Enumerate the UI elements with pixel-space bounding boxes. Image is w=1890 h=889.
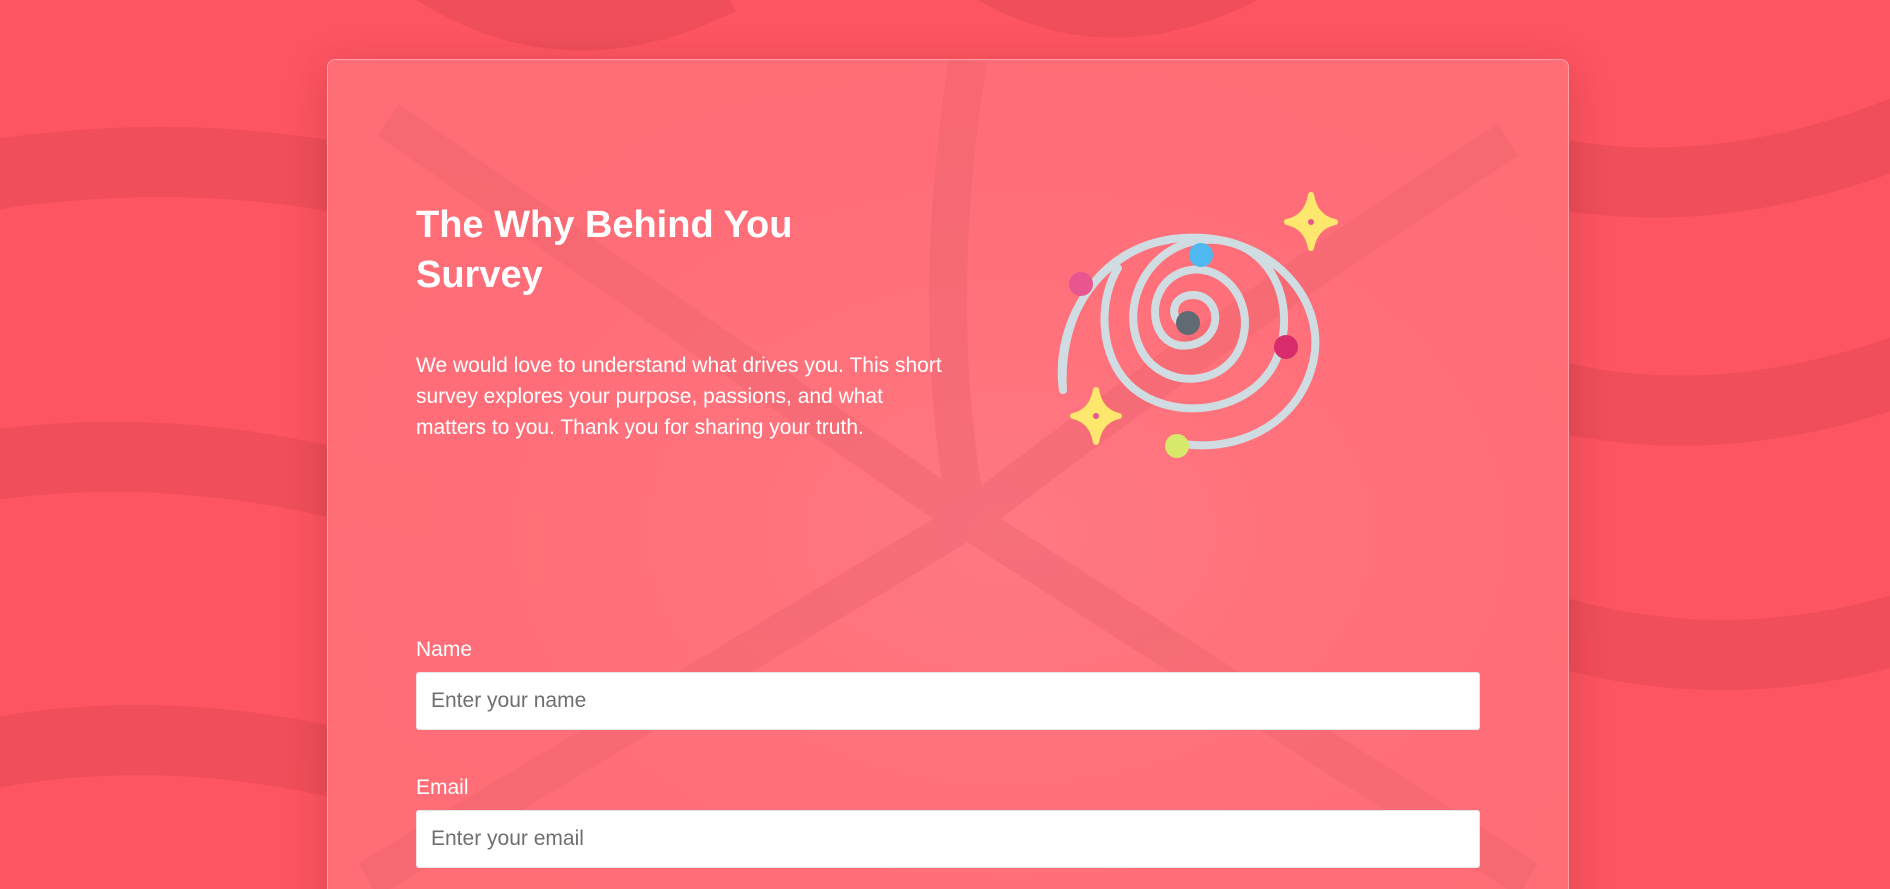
survey-description: We would love to understand what drives … [416, 354, 942, 439]
spiral-galaxy-icon [1057, 192, 1338, 458]
survey-page: The Why Behind You Survey We would love … [0, 0, 1890, 889]
sparkle-icon [1284, 192, 1338, 251]
galaxy-core [1176, 311, 1200, 335]
sparkle-icon [1070, 387, 1122, 445]
email-input[interactable] [416, 810, 1480, 868]
name-input[interactable] [416, 672, 1480, 730]
name-label: Name [416, 638, 473, 661]
survey-title: The Why Behind You Survey [416, 204, 793, 296]
survey-card: The Why Behind You Survey We would love … [327, 59, 1569, 889]
email-label: Email [416, 776, 469, 799]
card-background-rays [328, 60, 1568, 889]
